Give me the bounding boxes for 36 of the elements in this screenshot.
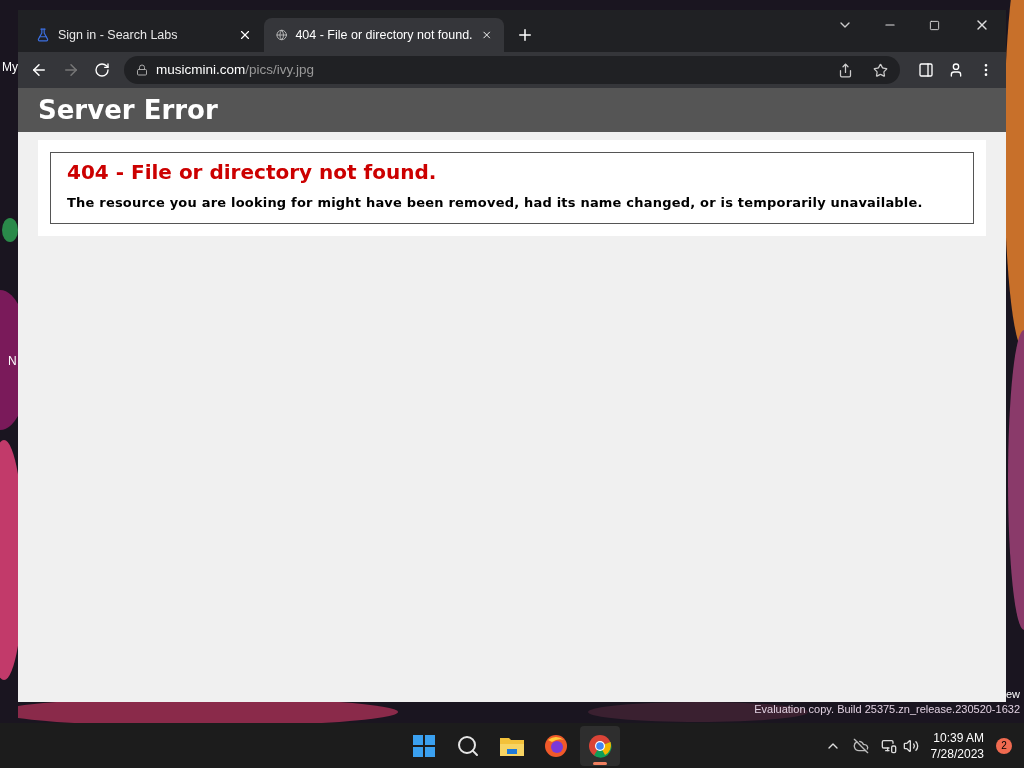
clock-date: 7/28/2023	[930, 745, 984, 762]
maximize-icon[interactable]	[929, 19, 940, 31]
error-title: 404 - File or directory not found.	[67, 159, 438, 186]
chrome-logo-icon	[588, 733, 612, 758]
notification-badge[interactable]: 2	[996, 737, 1012, 754]
browser-tab[interactable]: 404 - File or directory not found.	[264, 18, 504, 52]
error-message: The resource you are looking for might have been removed, had its name changed, or is temporarily unavailable.	[67, 194, 924, 212]
browser-tab[interactable]: Sign in - Search Labs	[24, 18, 264, 52]
watermark-text: Evaluation copy. Build 25375.zn_release.230520-1632	[754, 702, 1020, 717]
bookmark-star-icon[interactable]	[873, 62, 888, 78]
url-text: musicmini.com/pics/ivy.jpg	[156, 60, 315, 79]
back-icon[interactable]	[30, 61, 48, 79]
taskbar-app[interactable]	[580, 725, 620, 766]
tab-title: Sign in - Search Labs	[58, 26, 179, 44]
search-icon	[456, 733, 480, 758]
clock-time: 10:39 AM	[933, 729, 984, 746]
flask-icon	[36, 28, 50, 42]
volume-icon[interactable]	[902, 737, 919, 754]
forward-icon[interactable]	[62, 61, 80, 79]
side-panel-icon[interactable]	[918, 62, 934, 78]
close-tab-icon[interactable]	[480, 28, 492, 42]
profile-icon[interactable]	[948, 62, 964, 78]
network-icon[interactable]	[880, 737, 897, 754]
address-bar[interactable]: musicmini.com/pics/ivy.jpg	[124, 56, 900, 84]
globe-icon	[276, 28, 288, 42]
page-header: Server Error	[18, 88, 1006, 132]
share-icon[interactable]	[838, 62, 853, 78]
reload-icon[interactable]	[94, 62, 110, 78]
new-tab-icon[interactable]	[516, 26, 534, 44]
lock-icon	[136, 64, 148, 76]
tab-title: 404 - File or directory not found.	[295, 26, 473, 44]
close-tab-icon[interactable]	[238, 28, 252, 42]
clock[interactable]: 10:39 AM 7/28/2023	[930, 729, 984, 762]
fox-globe-icon	[544, 733, 568, 758]
windows-logo-icon	[412, 733, 436, 758]
cloud-off-icon[interactable]	[852, 737, 869, 754]
